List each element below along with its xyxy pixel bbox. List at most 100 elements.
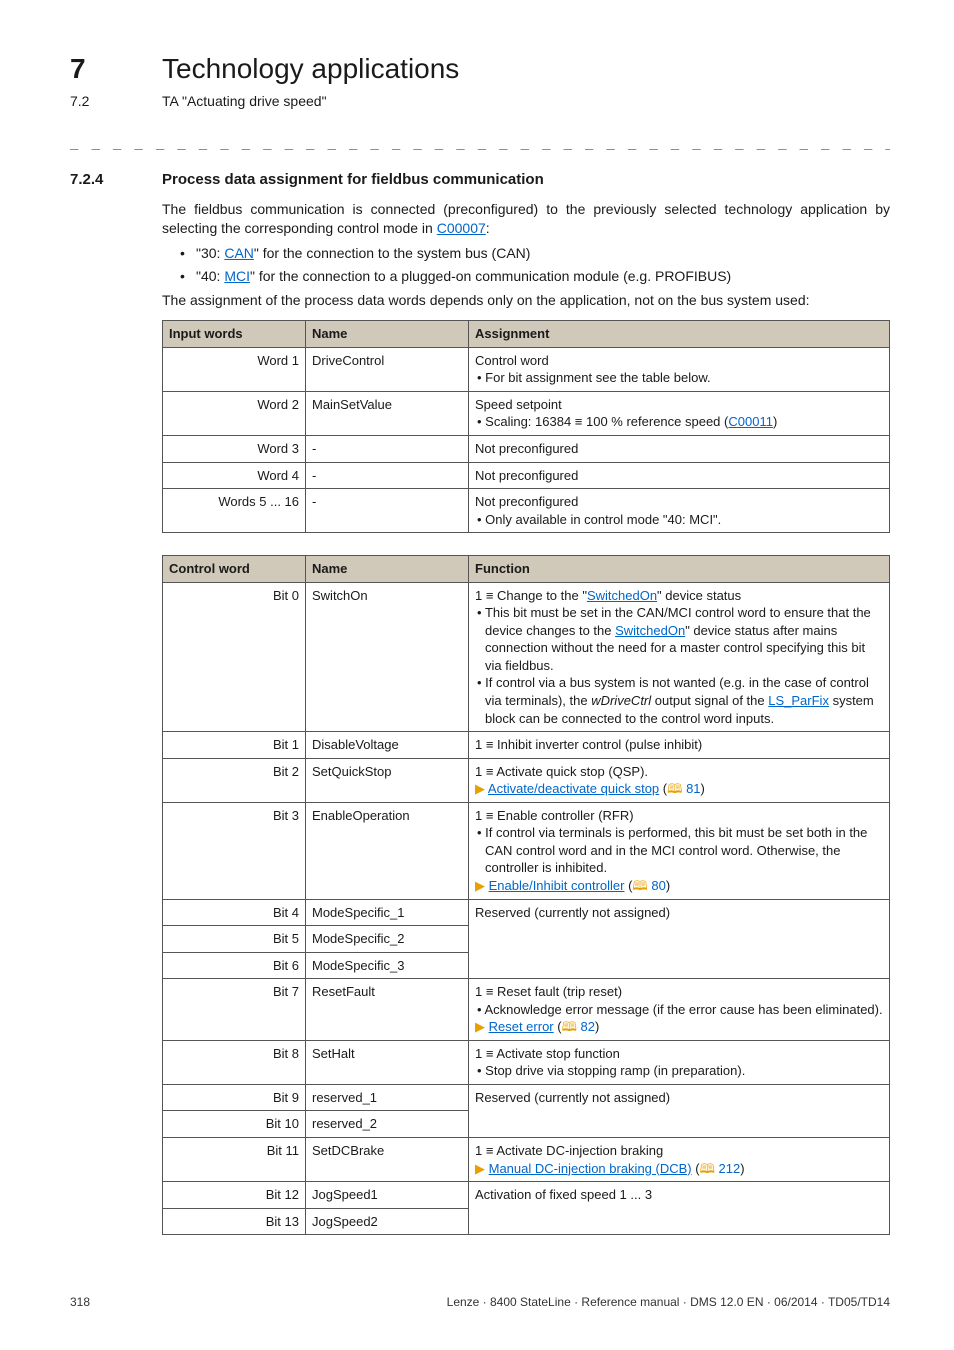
table-row: Word 1DriveControlControl wordFor bit as… — [163, 347, 890, 391]
page-ref[interactable]: 81 — [686, 781, 700, 796]
cell-key: Bit 2 — [163, 758, 306, 802]
link-ref[interactable]: Enable/Inhibit controller — [489, 878, 625, 893]
link-ref[interactable]: SwitchedOn — [587, 588, 657, 603]
cell-function: 1 ≡ Change to the "SwitchedOn" device st… — [469, 582, 890, 731]
cell-key: Word 3 — [163, 436, 306, 463]
table-row: Bit 0SwitchOn1 ≡ Change to the "Switched… — [163, 582, 890, 731]
table-row: Word 2MainSetValueSpeed setpointScaling:… — [163, 391, 890, 435]
col-function: Function — [469, 556, 890, 583]
col-control-word: Control word — [163, 556, 306, 583]
cell-key: Bit 6 — [163, 952, 306, 979]
table-row: Bit 8SetHalt1 ≡ Activate stop functionSt… — [163, 1040, 890, 1084]
cell-assignment: Speed setpointScaling: 16384 ≡ 100 % ref… — [469, 391, 890, 435]
cell-name: ModeSpecific_3 — [306, 952, 469, 979]
link-ref[interactable]: Activate/deactivate quick stop — [488, 781, 659, 796]
link-ref[interactable]: C00011 — [728, 414, 773, 429]
cell-key: Word 2 — [163, 391, 306, 435]
table-row: Bit 3EnableOperation1 ≡ Enable controlle… — [163, 802, 890, 899]
cell-name: DisableVoltage — [306, 732, 469, 759]
chapter-title: Technology applications — [162, 50, 459, 88]
link-ref[interactable]: Manual DC-injection braking (DCB) — [489, 1161, 692, 1176]
cell-name: - — [306, 436, 469, 463]
control-word-table: Control word Name Function Bit 0SwitchOn… — [162, 555, 890, 1235]
cell-key: Bit 1 — [163, 732, 306, 759]
table-row: Bit 9reserved_1Reserved (currently not a… — [163, 1084, 890, 1111]
cell-name: DriveControl — [306, 347, 469, 391]
link-ref[interactable]: SwitchedOn — [615, 623, 685, 638]
book-icon: 🕮 — [562, 1019, 577, 1034]
cell-function: Activation of fixed speed 1 ... 3 — [469, 1182, 890, 1235]
cell-key: Bit 8 — [163, 1040, 306, 1084]
cell-name: - — [306, 489, 469, 533]
cell-name: ResetFault — [306, 979, 469, 1041]
link-ref[interactable]: LS_ParFix — [768, 693, 829, 708]
link-ref[interactable]: Reset error — [489, 1019, 554, 1034]
page-ref[interactable]: 80 — [651, 878, 665, 893]
text: : — [486, 220, 490, 236]
cell-name: SetDCBrake — [306, 1137, 469, 1181]
table-row: Word 3-Not preconfigured — [163, 436, 890, 463]
bullet-item-mci: • "40: MCI" for the connection to a plug… — [180, 267, 890, 286]
cell-name: reserved_2 — [306, 1111, 469, 1138]
footer-info: Lenze · 8400 StateLine · Reference manua… — [447, 1294, 890, 1310]
cell-key: Bit 5 — [163, 926, 306, 953]
bullet-marker: • — [180, 244, 196, 263]
intro-paragraph-2: The assignment of the process data words… — [162, 291, 890, 310]
input-words-table: Input words Name Assignment Word 1DriveC… — [162, 320, 890, 533]
book-icon: 🕮 — [667, 781, 682, 796]
page-ref[interactable]: 82 — [581, 1019, 595, 1034]
cell-assignment: Control wordFor bit assignment see the t… — [469, 347, 890, 391]
cell-name: JogSpeed1 — [306, 1182, 469, 1209]
cell-name: EnableOperation — [306, 802, 469, 899]
table-row: Words 5 ... 16-Not preconfiguredOnly ava… — [163, 489, 890, 533]
cell-key: Bit 11 — [163, 1137, 306, 1181]
bullet-marker: • — [180, 267, 196, 286]
book-icon: 🕮 — [700, 1161, 715, 1176]
bullet-item-can: • "30: CAN" for the connection to the sy… — [180, 244, 890, 263]
section-title: TA "Actuating drive speed" — [162, 92, 327, 111]
cell-key: Bit 3 — [163, 802, 306, 899]
col-assignment: Assignment — [469, 321, 890, 348]
cell-function: 1 ≡ Enable controller (RFR)If control vi… — [469, 802, 890, 899]
text: "30: — [196, 245, 224, 261]
link-c00007[interactable]: C00007 — [437, 220, 486, 236]
cell-key: Word 1 — [163, 347, 306, 391]
cell-name: JogSpeed2 — [306, 1208, 469, 1235]
text: " for the connection to the system bus (… — [254, 245, 531, 261]
col-input-words: Input words — [163, 321, 306, 348]
table-row: Bit 2SetQuickStop1 ≡ Activate quick stop… — [163, 758, 890, 802]
cell-key: Bit 4 — [163, 899, 306, 926]
cell-function: Reserved (currently not assigned) — [469, 899, 890, 979]
cell-function: 1 ≡ Activate stop functionStop drive via… — [469, 1040, 890, 1084]
table-row: Word 4-Not preconfigured — [163, 462, 890, 489]
intro-paragraph-1: The fieldbus communication is connected … — [162, 200, 890, 238]
subsection-number: 7.2.4 — [70, 170, 162, 190]
cell-name: MainSetValue — [306, 391, 469, 435]
arrow-icon: ▶ — [475, 781, 488, 796]
cell-name: SetQuickStop — [306, 758, 469, 802]
cell-key: Bit 13 — [163, 1208, 306, 1235]
cell-function: 1 ≡ Reset fault (trip reset)Acknowledge … — [469, 979, 890, 1041]
subsection-title: Process data assignment for fieldbus com… — [162, 170, 544, 190]
page-number: 318 — [70, 1294, 90, 1310]
arrow-icon: ▶ — [475, 1019, 489, 1034]
section-number: 7.2 — [70, 92, 162, 111]
table-row: Bit 4ModeSpecific_1Reserved (currently n… — [163, 899, 890, 926]
table-row: Bit 12JogSpeed1Activation of fixed speed… — [163, 1182, 890, 1209]
cell-name: ModeSpecific_1 — [306, 899, 469, 926]
chapter-number: 7 — [70, 50, 162, 88]
col-name: Name — [306, 556, 469, 583]
link-mci[interactable]: MCI — [224, 268, 250, 284]
cell-key: Bit 12 — [163, 1182, 306, 1209]
text: "40: — [196, 268, 224, 284]
cell-assignment: Not preconfigured — [469, 436, 890, 463]
table-row: Bit 7ResetFault1 ≡ Reset fault (trip res… — [163, 979, 890, 1041]
cell-key: Bit 7 — [163, 979, 306, 1041]
divider: _ _ _ _ _ _ _ _ _ _ _ _ _ _ _ _ _ _ _ _ … — [70, 133, 890, 152]
cell-name: SwitchOn — [306, 582, 469, 731]
page-ref[interactable]: 212 — [719, 1161, 741, 1176]
link-can[interactable]: CAN — [224, 245, 254, 261]
cell-name: - — [306, 462, 469, 489]
cell-assignment: Not preconfigured — [469, 462, 890, 489]
arrow-icon: ▶ — [475, 1161, 489, 1176]
